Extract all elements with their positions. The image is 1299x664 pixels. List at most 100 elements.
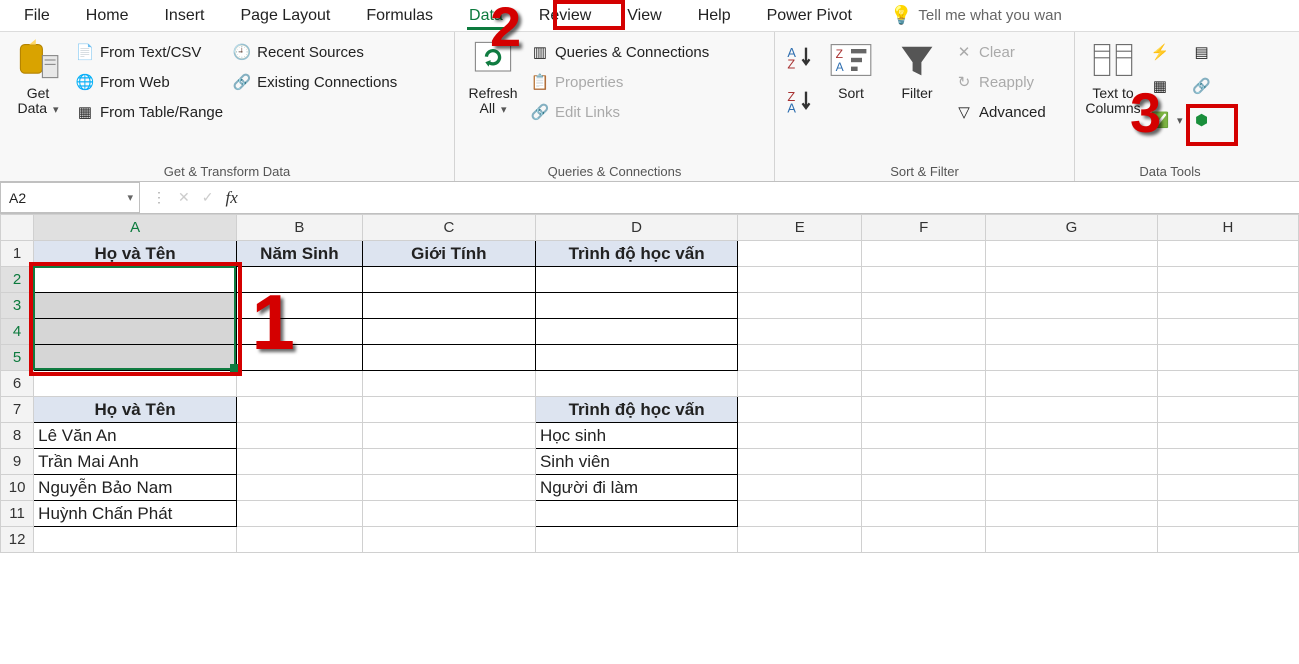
cell-G3[interactable] [986, 293, 1158, 319]
tab-file[interactable]: File [6, 3, 68, 29]
cell-D10[interactable]: Người đi làm [535, 475, 737, 501]
cell-G7[interactable] [986, 397, 1158, 423]
cell-E1[interactable] [738, 241, 862, 267]
cell-F1[interactable] [862, 241, 986, 267]
cell-E9[interactable] [738, 449, 862, 475]
cell-B6[interactable] [237, 371, 363, 397]
cell-B8[interactable] [237, 423, 363, 449]
properties-button[interactable]: 📋 Properties [531, 68, 709, 96]
cell-A10[interactable]: Nguyễn Bảo Nam [34, 475, 237, 501]
queries-connections-button[interactable]: ▥ Queries & Connections [531, 38, 709, 66]
row-header-11[interactable]: 11 [1, 501, 34, 527]
row-header-8[interactable]: 8 [1, 423, 34, 449]
cell-F10[interactable] [862, 475, 986, 501]
data-validation-button[interactable]: ✅▾ [1151, 106, 1183, 134]
cell-E8[interactable] [738, 423, 862, 449]
cell-H3[interactable] [1157, 293, 1298, 319]
remove-duplicates-button[interactable]: ▦ [1151, 72, 1183, 100]
cell-C3[interactable] [362, 293, 535, 319]
cell-F2[interactable] [862, 267, 986, 293]
cell-C7[interactable] [362, 397, 535, 423]
cell-F4[interactable] [862, 319, 986, 345]
tab-power-pivot[interactable]: Power Pivot [749, 3, 870, 29]
cell-E3[interactable] [738, 293, 862, 319]
row-header-4[interactable]: 4 [1, 319, 34, 345]
cell-F11[interactable] [862, 501, 986, 527]
cell-H12[interactable] [1157, 527, 1298, 553]
cell-D8[interactable]: Học sinh [535, 423, 737, 449]
cell-E7[interactable] [738, 397, 862, 423]
existing-connections-button[interactable]: 🔗 Existing Connections [233, 68, 397, 96]
cell-C1[interactable]: Giới Tính [362, 241, 535, 267]
cell-B12[interactable] [237, 527, 363, 553]
cell-G4[interactable] [986, 319, 1158, 345]
formula-input[interactable] [250, 182, 1299, 213]
cell-C8[interactable] [362, 423, 535, 449]
cell-C9[interactable] [362, 449, 535, 475]
cell-G10[interactable] [986, 475, 1158, 501]
column-header-E[interactable]: E [738, 215, 862, 241]
row-header-3[interactable]: 3 [1, 293, 34, 319]
cell-H10[interactable] [1157, 475, 1298, 501]
from-table-range-button[interactable]: ▦ From Table/Range [76, 98, 223, 126]
cell-H4[interactable] [1157, 319, 1298, 345]
cell-G12[interactable] [986, 527, 1158, 553]
chevron-down-icon[interactable]: ▾ [127, 191, 133, 204]
relationships-button[interactable]: 🔗 [1193, 72, 1211, 100]
cell-G11[interactable] [986, 501, 1158, 527]
tab-page-layout[interactable]: Page Layout [222, 3, 348, 29]
cell-A4[interactable] [34, 319, 237, 345]
cell-B1[interactable]: Năm Sinh [237, 241, 363, 267]
row-header-5[interactable]: 5 [1, 345, 34, 371]
cell-C12[interactable] [362, 527, 535, 553]
cell-C11[interactable] [362, 501, 535, 527]
cell-C10[interactable] [362, 475, 535, 501]
cell-D2[interactable] [535, 267, 737, 293]
tab-view[interactable]: View [609, 3, 679, 29]
cell-H6[interactable] [1157, 371, 1298, 397]
cell-F3[interactable] [862, 293, 986, 319]
cell-H5[interactable] [1157, 345, 1298, 371]
cell-G1[interactable] [986, 241, 1158, 267]
cell-F12[interactable] [862, 527, 986, 553]
from-text-csv-button[interactable]: 📄 From Text/CSV [76, 38, 223, 66]
row-header-9[interactable]: 9 [1, 449, 34, 475]
cell-D11[interactable] [535, 501, 737, 527]
cell-C2[interactable] [362, 267, 535, 293]
cancel-icon[interactable]: ✕ [178, 189, 190, 206]
row-header-7[interactable]: 7 [1, 397, 34, 423]
column-header-F[interactable]: F [862, 215, 986, 241]
row-header-12[interactable]: 12 [1, 527, 34, 553]
cell-G5[interactable] [986, 345, 1158, 371]
cell-B3[interactable] [237, 293, 363, 319]
cell-D1[interactable]: Trình độ học vấn [535, 241, 737, 267]
cell-E6[interactable] [738, 371, 862, 397]
tab-data[interactable]: Data [451, 3, 521, 29]
cell-A6[interactable] [34, 371, 237, 397]
cell-A2[interactable] [34, 267, 237, 293]
cell-B2[interactable] [237, 267, 363, 293]
column-header-G[interactable]: G [986, 215, 1158, 241]
cell-B10[interactable] [237, 475, 363, 501]
advanced-filter-button[interactable]: ▽ Advanced [955, 98, 1046, 126]
cell-G6[interactable] [986, 371, 1158, 397]
cell-E5[interactable] [738, 345, 862, 371]
cell-B9[interactable] [237, 449, 363, 475]
get-data-button[interactable]: Get Data ▾ [10, 38, 66, 117]
cell-H8[interactable] [1157, 423, 1298, 449]
sort-button[interactable]: ZA Sort [823, 38, 879, 101]
cell-D5[interactable] [535, 345, 737, 371]
row-header-2[interactable]: 2 [1, 267, 34, 293]
cell-D3[interactable] [535, 293, 737, 319]
filter-button[interactable]: Filter [889, 38, 945, 101]
cell-B4[interactable] [237, 319, 363, 345]
cell-H7[interactable] [1157, 397, 1298, 423]
cell-B5[interactable] [237, 345, 363, 371]
cell-G2[interactable] [986, 267, 1158, 293]
enter-icon[interactable]: ✓ [202, 189, 214, 206]
cell-A5[interactable] [34, 345, 237, 371]
cell-F5[interactable] [862, 345, 986, 371]
cell-F8[interactable] [862, 423, 986, 449]
text-to-columns-button[interactable]: Text to Columns [1085, 38, 1141, 117]
column-header-H[interactable]: H [1157, 215, 1298, 241]
